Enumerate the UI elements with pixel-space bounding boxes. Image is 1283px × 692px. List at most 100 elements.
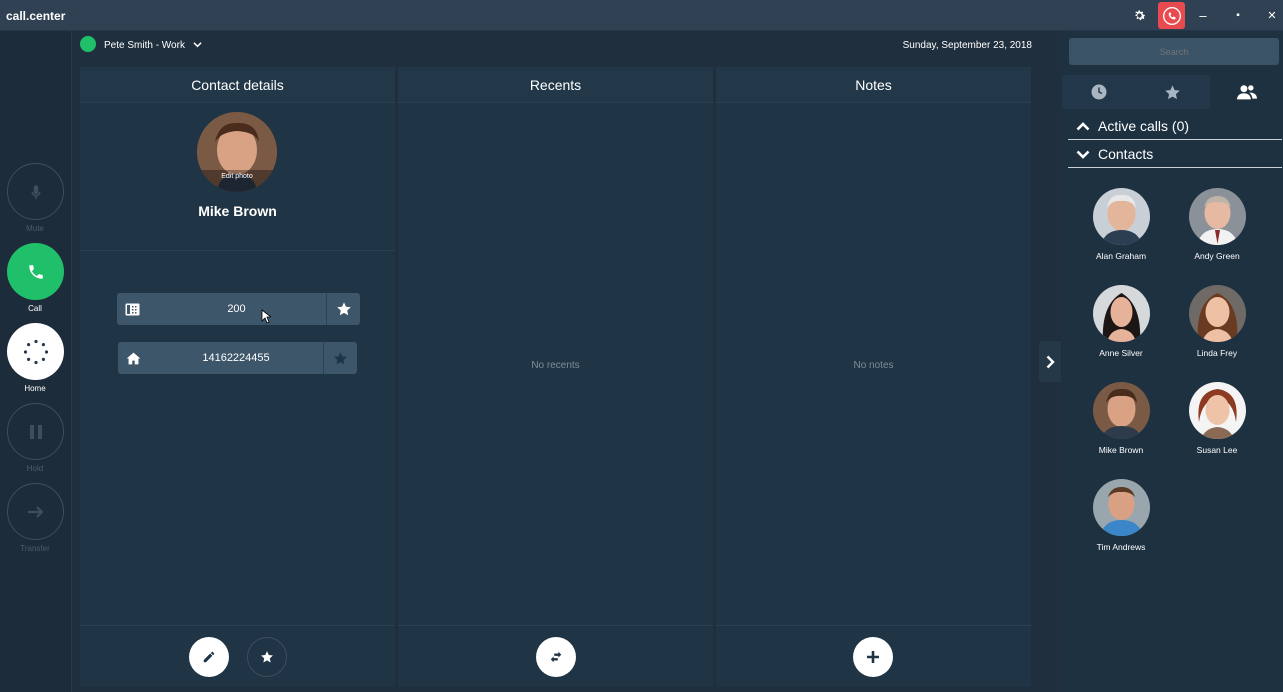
contacts-section[interactable]: Contacts (1068, 141, 1282, 168)
phone-row-home[interactable]: 14162224455 (118, 342, 357, 374)
contact-card[interactable]: Mike Brown (1073, 382, 1169, 455)
cursor-icon (261, 309, 271, 324)
star-icon (1165, 84, 1180, 99)
star-icon (261, 651, 273, 663)
close-button[interactable]: ✕ (1257, 0, 1283, 31)
sidebar-tabs (1062, 75, 1283, 109)
chevron-down-icon (1076, 150, 1090, 159)
contact-details-heading: Contact details (80, 67, 395, 103)
pause-icon (29, 424, 42, 439)
edit-contact-button[interactable] (189, 637, 229, 677)
mute-button[interactable] (7, 163, 64, 220)
settings-button[interactable] (1124, 0, 1154, 31)
avatar (197, 112, 277, 192)
phone-icon (1162, 6, 1181, 25)
contact-name: Susan Lee (1196, 445, 1238, 455)
avatar (1092, 479, 1150, 536)
contact-details-footer (80, 625, 395, 687)
hold-label: Hold (26, 464, 44, 473)
phone-row-extension[interactable]: 200 (117, 293, 360, 325)
contact-card[interactable]: Linda Frey (1169, 285, 1265, 358)
contact-name: Mike Brown (198, 203, 277, 219)
plus-icon (867, 651, 879, 663)
avatar (1188, 285, 1246, 342)
contacts-label: Contacts (1098, 146, 1154, 162)
avatar (1092, 285, 1150, 342)
microphone-icon (31, 184, 40, 199)
minimize-button[interactable]: – (1188, 0, 1218, 31)
current-date: Sunday, September 23, 2018 (902, 40, 1032, 51)
contact-name: Anne Silver (1099, 348, 1143, 358)
swap-button[interactable] (536, 637, 576, 677)
collapse-sidebar-button[interactable] (1039, 341, 1061, 382)
avatar (1188, 188, 1246, 245)
recents-footer (398, 625, 713, 687)
contact-card[interactable]: Andy Green (1169, 188, 1265, 261)
transfer-button[interactable] (7, 483, 64, 540)
add-note-button[interactable] (853, 637, 893, 677)
dial-ring-icon (23, 339, 48, 364)
notes-footer (716, 625, 1031, 687)
hangup-button[interactable] (1158, 2, 1185, 29)
tab-favorites[interactable] (1136, 75, 1209, 109)
swap-arrows-icon (550, 651, 562, 663)
phone-number: 14162224455 (202, 352, 270, 364)
extension-icon (125, 303, 139, 315)
active-calls-section[interactable]: Active calls (0) (1068, 113, 1282, 140)
title-bar: call.center – ▪ ✕ (0, 0, 1283, 31)
app-title: call.center (6, 9, 66, 23)
home-button[interactable] (7, 323, 64, 380)
tab-contacts[interactable] (1210, 75, 1283, 109)
contact-photo[interactable]: Edit photo (197, 112, 277, 192)
tab-recents[interactable] (1062, 75, 1135, 109)
presence-label: Pete Smith - Work (104, 40, 185, 51)
hold-button[interactable] (7, 403, 64, 460)
transfer-label: Transfer (20, 544, 50, 553)
clock-icon (1091, 84, 1106, 100)
contact-name: Andy Green (1194, 251, 1240, 261)
star-icon (334, 351, 347, 364)
notes-heading: Notes (716, 67, 1031, 103)
chevron-right-icon (1046, 355, 1055, 368)
pencil-icon (203, 651, 215, 663)
divider (80, 250, 395, 251)
contact-card[interactable]: Tim Andrews (1073, 479, 1169, 552)
presence-selector[interactable]: Pete Smith - Work (104, 40, 202, 51)
edit-photo-label: Edit photo (221, 173, 253, 180)
contact-card[interactable]: Anne Silver (1073, 285, 1169, 358)
chevron-up-icon (1076, 121, 1090, 130)
recents-heading: Recents (398, 67, 713, 103)
contact-details-panel: Contact details Edit photo Mike Brown 20… (80, 67, 395, 687)
phone-number: 200 (227, 303, 246, 315)
contact-card[interactable]: Alan Graham (1073, 188, 1169, 261)
contact-name: Alan Graham (1095, 251, 1147, 261)
contact-name: Tim Andrews (1096, 542, 1146, 552)
gear-icon (1134, 10, 1145, 21)
chevron-down-icon (193, 42, 202, 48)
favorite-contact-button[interactable] (247, 637, 287, 677)
notes-panel: Notes No notes (716, 67, 1031, 687)
contact-card[interactable]: Susan Lee (1169, 382, 1265, 455)
presence-indicator (80, 36, 96, 52)
avatar (1092, 188, 1150, 245)
restore-button[interactable]: ▪ (1223, 0, 1253, 31)
call-button[interactable] (7, 243, 64, 300)
mute-label: Mute (26, 224, 44, 233)
favorite-extension-button[interactable] (326, 293, 360, 325)
contact-name: Linda Frey (1196, 348, 1238, 358)
active-calls-label: Active calls (0) (1098, 118, 1190, 134)
favorite-home-button[interactable] (323, 342, 357, 374)
recents-panel: Recents No recents (398, 67, 713, 687)
home-label: Home (24, 384, 46, 393)
contact-name: Mike Brown (1098, 445, 1144, 455)
star-icon (336, 302, 351, 316)
phone-icon (28, 264, 43, 279)
contacts-sidebar: Active calls (0) Contacts Alan Graham An… (1062, 31, 1283, 692)
recents-empty-message: No recents (531, 360, 580, 371)
avatar (1092, 382, 1150, 439)
avatar (1188, 382, 1246, 439)
arrow-right-icon (27, 505, 44, 518)
contacts-icon (1236, 84, 1257, 99)
call-label: Call (28, 304, 42, 313)
search-input[interactable] (1069, 38, 1279, 65)
